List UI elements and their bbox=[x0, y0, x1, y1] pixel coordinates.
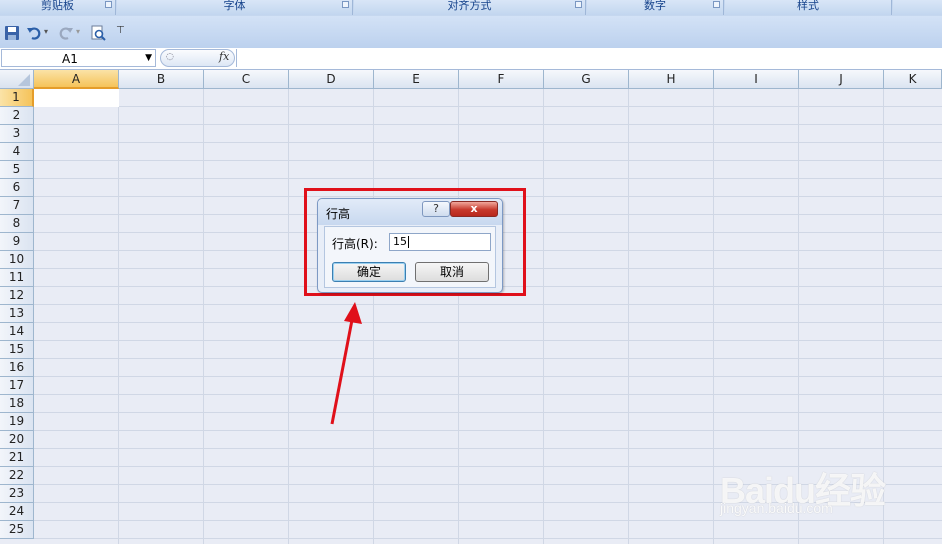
row-header-20[interactable]: 20 bbox=[0, 431, 34, 449]
row-header-14[interactable]: 14 bbox=[0, 323, 34, 341]
row-header-24[interactable]: 24 bbox=[0, 503, 34, 521]
row-header-25[interactable]: 25 bbox=[0, 521, 34, 539]
dialog-body: 行高(R): 15 确定 取消 bbox=[324, 226, 496, 288]
column-header-f[interactable]: F bbox=[459, 70, 544, 89]
quick-access-toolbar: ▾ ▾ ⊤ bbox=[0, 16, 942, 49]
dialog-title: 行高 bbox=[326, 207, 351, 221]
ribbon-group-number: 数字 bbox=[587, 0, 724, 15]
column-header-e[interactable]: E bbox=[374, 70, 459, 89]
row-header-9[interactable]: 9 bbox=[0, 233, 34, 251]
close-button[interactable]: x bbox=[450, 201, 498, 217]
watermark-url: jingyan.baidu.com bbox=[720, 500, 833, 516]
name-box-value: A1 bbox=[62, 52, 78, 66]
column-header-h[interactable]: H bbox=[629, 70, 714, 89]
customize-icon[interactable]: ⊤ bbox=[116, 25, 125, 41]
row-header-11[interactable]: 11 bbox=[0, 269, 34, 287]
column-header-g[interactable]: G bbox=[544, 70, 629, 89]
ribbon-group-font: 字体 bbox=[117, 0, 353, 15]
row-header-1[interactable]: 1 bbox=[0, 89, 34, 107]
help-button[interactable]: ? bbox=[422, 201, 450, 217]
formula-input[interactable] bbox=[236, 49, 942, 67]
select-all-button[interactable] bbox=[0, 70, 34, 89]
formula-bar: A1 ▼ ◌ fx bbox=[0, 48, 942, 70]
dialog-launcher-icon[interactable] bbox=[105, 1, 112, 8]
ribbon-group-clipboard: 剪贴板 bbox=[0, 0, 116, 15]
row-header-18[interactable]: 18 bbox=[0, 395, 34, 413]
column-header-c[interactable]: C bbox=[204, 70, 289, 89]
name-box[interactable]: A1 ▼ bbox=[1, 49, 156, 67]
ribbon-group-label: 数字 bbox=[644, 0, 666, 12]
row-height-input[interactable]: 15 bbox=[389, 233, 491, 251]
undo-dropdown-icon[interactable]: ▾ bbox=[44, 27, 48, 43]
dialog-launcher-icon[interactable] bbox=[342, 1, 349, 8]
row-header-3[interactable]: 3 bbox=[0, 125, 34, 143]
row-height-label: 行高(R): bbox=[332, 237, 378, 251]
row-header-13[interactable]: 13 bbox=[0, 305, 34, 323]
ribbon-group-label: 字体 bbox=[223, 0, 246, 12]
ribbon-group-bar: 剪贴板 字体 对齐方式 数字 样式 bbox=[0, 0, 942, 16]
dialog-launcher-icon[interactable] bbox=[713, 1, 720, 8]
row-header-8[interactable]: 8 bbox=[0, 215, 34, 233]
ribbon-group-label: 剪贴板 bbox=[41, 0, 74, 12]
row-header-12[interactable]: 12 bbox=[0, 287, 34, 305]
redo-dropdown-icon[interactable]: ▾ bbox=[76, 27, 80, 43]
row-header-19[interactable]: 19 bbox=[0, 413, 34, 431]
ribbon-group-cells bbox=[893, 0, 942, 15]
name-box-dropdown-icon[interactable]: ▼ bbox=[145, 53, 152, 63]
row-header-16[interactable]: 16 bbox=[0, 359, 34, 377]
column-header-a[interactable]: A bbox=[34, 70, 119, 89]
column-header-k[interactable]: K bbox=[884, 70, 942, 89]
redo-icon[interactable] bbox=[58, 25, 74, 41]
column-header-j[interactable]: J bbox=[799, 70, 884, 89]
ribbon-group-alignment: 对齐方式 bbox=[354, 0, 586, 15]
row-header-23[interactable]: 23 bbox=[0, 485, 34, 503]
dialog-launcher-icon[interactable] bbox=[575, 1, 582, 8]
row-header-7[interactable]: 7 bbox=[0, 197, 34, 215]
ok-button[interactable]: 确定 bbox=[332, 262, 406, 282]
row-header-4[interactable]: 4 bbox=[0, 143, 34, 161]
baidu-watermark: Baidu经验 jingyan.baidu.com bbox=[720, 442, 920, 522]
insert-function-button[interactable]: fx bbox=[219, 50, 229, 63]
text-caret bbox=[408, 236, 409, 248]
row-header-2[interactable]: 2 bbox=[0, 107, 34, 125]
row-height-value: 15 bbox=[393, 235, 407, 248]
column-header-b[interactable]: B bbox=[119, 70, 204, 89]
row-header-5[interactable]: 5 bbox=[0, 161, 34, 179]
print-preview-icon[interactable] bbox=[90, 25, 106, 41]
expand-icon[interactable]: ◌ bbox=[166, 52, 174, 62]
close-icon: x bbox=[470, 202, 478, 215]
row-height-dialog: 行高 ? x 行高(R): 15 确定 取消 bbox=[317, 198, 503, 293]
formula-tools: ◌ fx bbox=[160, 49, 235, 67]
ribbon-group-label: 样式 bbox=[797, 0, 819, 12]
undo-icon[interactable] bbox=[26, 25, 42, 41]
ribbon-group-styles: 样式 bbox=[725, 0, 892, 15]
cancel-button[interactable]: 取消 bbox=[415, 262, 489, 282]
column-header-i[interactable]: I bbox=[714, 70, 799, 89]
ribbon-group-label: 对齐方式 bbox=[447, 0, 492, 12]
row-header-21[interactable]: 21 bbox=[0, 449, 34, 467]
dialog-titlebar[interactable]: 行高 ? x bbox=[318, 199, 502, 225]
row-header-22[interactable]: 22 bbox=[0, 467, 34, 485]
row-header-17[interactable]: 17 bbox=[0, 377, 34, 395]
row-header-6[interactable]: 6 bbox=[0, 179, 34, 197]
help-icon: ? bbox=[433, 202, 439, 215]
row-header-10[interactable]: 10 bbox=[0, 251, 34, 269]
annotation-arrow-icon bbox=[330, 302, 362, 425]
active-cell[interactable] bbox=[34, 89, 119, 107]
column-header-d[interactable]: D bbox=[289, 70, 374, 89]
row-header-15[interactable]: 15 bbox=[0, 341, 34, 359]
save-icon[interactable] bbox=[4, 25, 20, 41]
